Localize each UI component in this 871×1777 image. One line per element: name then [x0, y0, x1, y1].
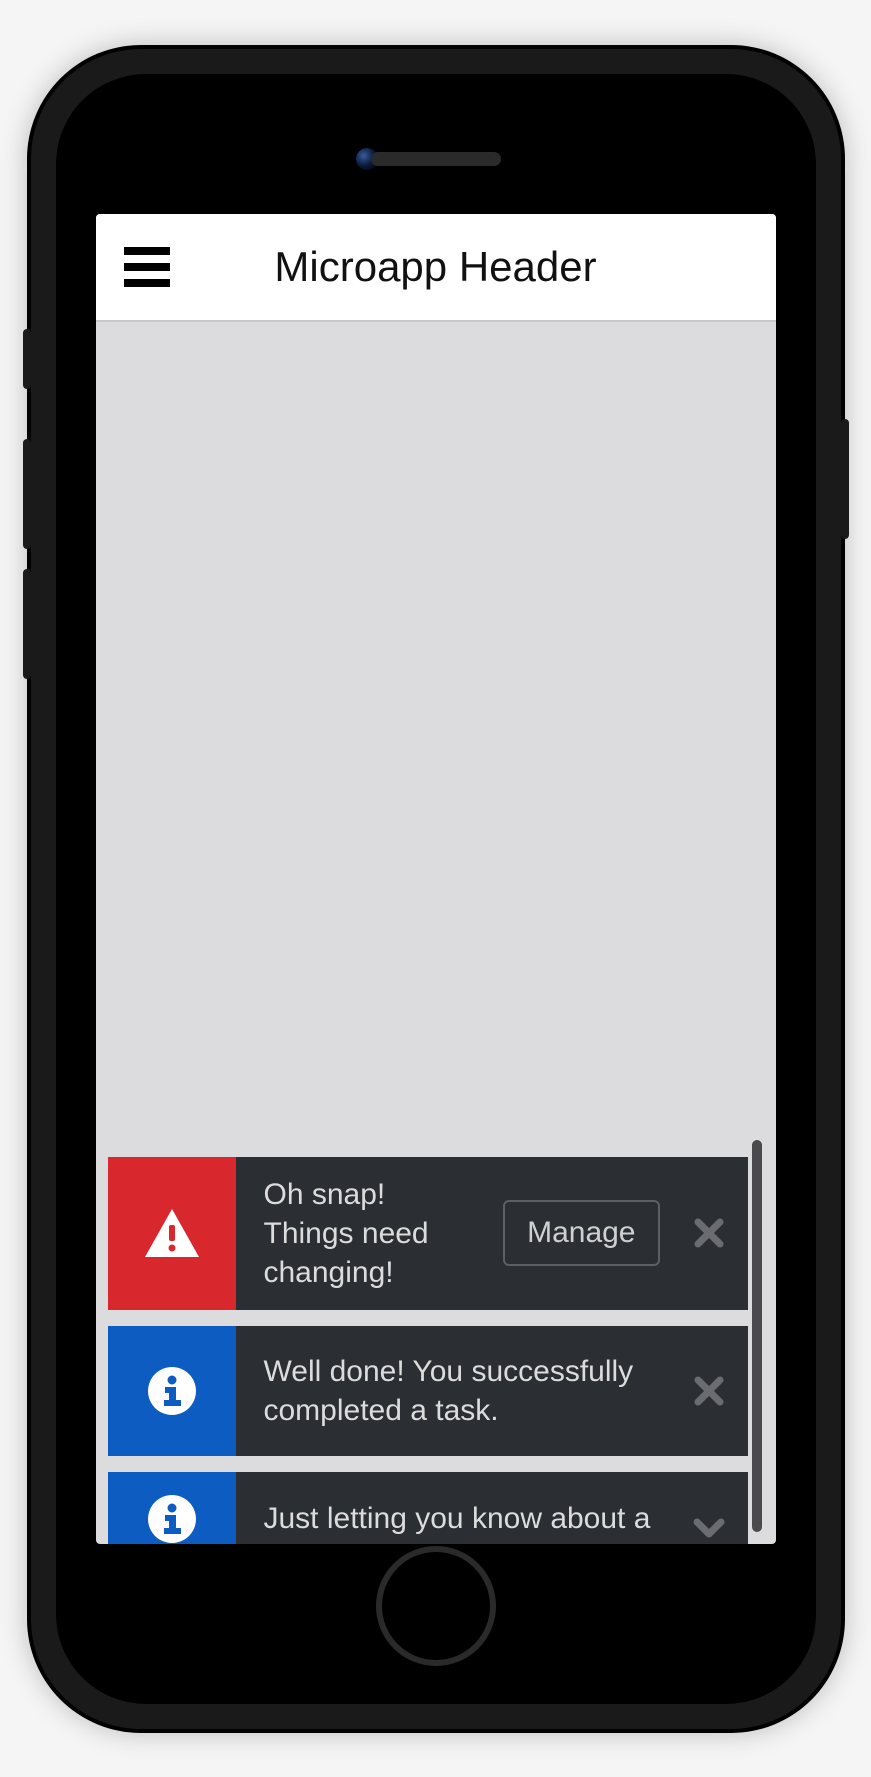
- info-circle-icon: [147, 1494, 197, 1544]
- dismiss-button[interactable]: [670, 1326, 748, 1456]
- toast-info: Well done! You successfully completed a …: [108, 1326, 748, 1456]
- phone-volume-down: [23, 569, 31, 679]
- dismiss-button[interactable]: [670, 1157, 748, 1310]
- expand-button[interactable]: [670, 1472, 748, 1544]
- toast-info: Just letting you know about a: [108, 1472, 748, 1544]
- hamburger-icon: [124, 263, 170, 271]
- hamburger-icon: [124, 247, 170, 255]
- toast-icon-slot: [108, 1157, 236, 1310]
- toast-scrollbar[interactable]: [752, 1140, 762, 1532]
- toast-icon-slot: [108, 1472, 236, 1544]
- toast-action-slot: Manage: [493, 1157, 669, 1310]
- phone-power-button: [841, 419, 849, 539]
- toast-message: Well done! You successfully completed a …: [236, 1326, 670, 1456]
- toast-message: Just letting you know about a: [236, 1472, 670, 1544]
- chevron-down-icon: [693, 1518, 725, 1538]
- hamburger-icon: [124, 279, 170, 287]
- phone-speaker: [371, 152, 501, 166]
- phone-home-button[interactable]: [376, 1546, 496, 1666]
- toast-error: Oh snap! Things need changing! Manage: [108, 1157, 748, 1310]
- toast-icon-slot: [108, 1326, 236, 1456]
- phone-volume-up: [23, 439, 31, 549]
- phone-mute-switch: [23, 329, 31, 389]
- app-header: Microapp Header: [96, 214, 776, 322]
- page-title: Microapp Header: [96, 243, 776, 291]
- menu-button[interactable]: [124, 247, 170, 287]
- close-icon: [694, 1218, 724, 1248]
- toast-message: Oh snap! Things need changing!: [236, 1157, 494, 1310]
- warning-triangle-icon: [143, 1207, 201, 1259]
- toast-stack: Oh snap! Things need changing! Manage: [108, 1157, 748, 1544]
- manage-button[interactable]: Manage: [503, 1200, 659, 1266]
- phone-device-frame: Microapp Header Oh snap! Things need cha…: [31, 49, 841, 1729]
- info-circle-icon: [147, 1366, 197, 1416]
- app-screen: Microapp Header Oh snap! Things need cha…: [96, 214, 776, 1544]
- phone-bezel: Microapp Header Oh snap! Things need cha…: [56, 74, 816, 1704]
- close-icon: [694, 1376, 724, 1406]
